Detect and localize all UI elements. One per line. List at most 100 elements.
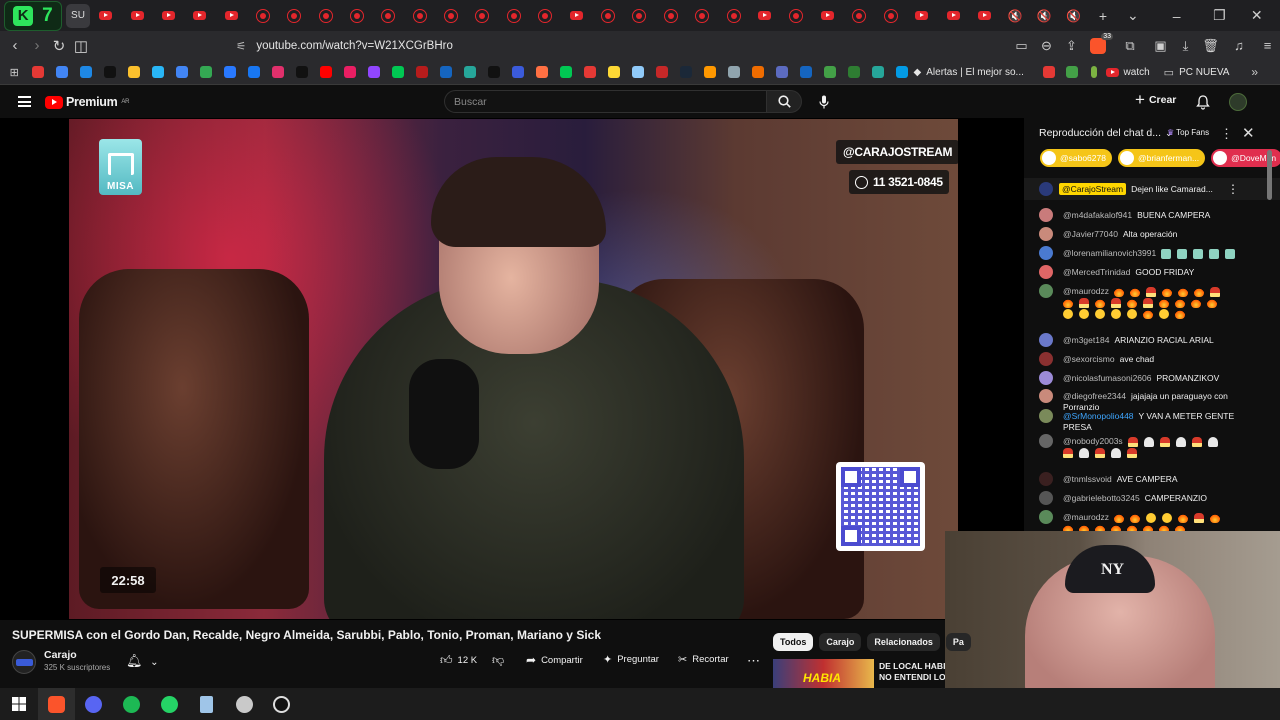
more-bookmarks-icon[interactable]: »: [1243, 60, 1266, 85]
chat-author-avatar[interactable]: [1039, 409, 1053, 423]
donor-pill[interactable]: @brianferman...: [1117, 149, 1206, 167]
taskbar-notepad[interactable]: [188, 688, 226, 720]
chat-author-name[interactable]: @SrMonopolio448: [1063, 411, 1134, 421]
chat-close-button[interactable]: ✕: [1242, 124, 1255, 142]
chat-author-name[interactable]: @m4dafakalof941: [1063, 210, 1132, 220]
bookmark-icon[interactable]: [218, 60, 242, 85]
youtube-tab[interactable]: [906, 1, 937, 31]
start-button[interactable]: [0, 688, 38, 720]
bookmark-icon[interactable]: [626, 60, 650, 85]
bookmark-icon[interactable]: [410, 60, 434, 85]
bookmark-icon[interactable]: [386, 60, 410, 85]
chat-author-name[interactable]: @diegofree2344: [1063, 391, 1126, 401]
youtube-tab[interactable]: [749, 1, 780, 31]
account-avatar[interactable]: [1229, 93, 1247, 111]
bookmark-icon[interactable]: [290, 60, 314, 85]
bookmark-icon[interactable]: [266, 60, 290, 85]
menu-icon[interactable]: ≡: [1255, 38, 1280, 53]
youtube-tab[interactable]: [310, 1, 341, 31]
chat-author-name[interactable]: @nobody2003s: [1063, 436, 1123, 446]
youtube-tab[interactable]: [592, 1, 623, 31]
bookmark-icon[interactable]: [362, 60, 386, 85]
chat-author-avatar[interactable]: [1039, 510, 1053, 524]
bookmark-icon[interactable]: [170, 60, 194, 85]
channel-avatar[interactable]: [12, 650, 36, 674]
bookmark-icon[interactable]: [194, 60, 218, 85]
bookmark-icon[interactable]: [1060, 60, 1083, 85]
brave-shields-icon[interactable]: [1090, 32, 1113, 54]
bookmark-watch[interactable]: watch: [1105, 67, 1150, 78]
chat-author-avatar[interactable]: [1039, 434, 1053, 448]
create-button[interactable]: + Crear: [1135, 91, 1176, 108]
filter-chip[interactable]: Relacionados: [867, 633, 940, 651]
chat-author-avatar[interactable]: [1039, 265, 1053, 279]
tab-search-chevron-icon[interactable]: ⌄: [1118, 7, 1148, 24]
bookmark-icon[interactable]: [242, 60, 266, 85]
youtube-tab[interactable]: [843, 1, 874, 31]
bookmark-icon[interactable]: [26, 60, 50, 85]
bookmark-icon[interactable]: [866, 60, 890, 85]
pinned-menu-icon[interactable]: ⋮: [1227, 182, 1239, 196]
youtube-premium-logo[interactable]: Premium AR: [45, 95, 129, 109]
su-tab[interactable]: SU: [65, 3, 91, 28]
video-frame[interactable]: MISA @CARAJOSTREAM 11 3521-0845 22:58: [69, 119, 958, 619]
chat-mode-dropdown[interactable]: Reproducción del chat d...: [1039, 127, 1161, 139]
reload-button[interactable]: ↻: [48, 37, 70, 55]
bookmark-icon[interactable]: [722, 60, 746, 85]
taskbar-obs[interactable]: [263, 688, 301, 720]
bookmark-icon[interactable]: [482, 60, 506, 85]
voice-search-button[interactable]: [812, 90, 835, 113]
notifications-bell-icon[interactable]: [1195, 94, 1211, 110]
chat-author-name[interactable]: @tnmlssvoid: [1063, 474, 1112, 484]
chat-author-name[interactable]: @maurodzz: [1063, 286, 1109, 296]
chat-author-avatar[interactable]: [1039, 389, 1053, 403]
muted-tab[interactable]: 🔇: [1030, 1, 1059, 31]
youtube-tab[interactable]: [278, 1, 309, 31]
bookmark-icon[interactable]: [674, 60, 698, 85]
clip-button[interactable]: ✂ Recortar: [678, 653, 729, 666]
share-button[interactable]: ➦ Compartir: [526, 653, 583, 667]
bookmark-icon[interactable]: [98, 60, 122, 85]
bookmark-icon[interactable]: [122, 60, 146, 85]
filter-chip[interactable]: Pa: [945, 633, 971, 651]
download-icon[interactable]: ⤓: [1173, 38, 1198, 54]
new-tab-button[interactable]: +: [1088, 8, 1118, 24]
share-icon[interactable]: ⇪: [1059, 38, 1084, 54]
chat-author-avatar[interactable]: [1039, 227, 1053, 241]
close-window-button[interactable]: ✕: [1233, 7, 1280, 24]
filter-chip[interactable]: Todos: [773, 633, 814, 651]
chat-scrollbar[interactable]: [1267, 150, 1272, 200]
bookmark-icon[interactable]: [1038, 60, 1061, 85]
chat-author-avatar[interactable]: [1039, 284, 1053, 298]
minimize-button[interactable]: –: [1148, 8, 1206, 24]
k7-pinned-tab[interactable]: K 7: [4, 0, 62, 31]
chat-author-name[interactable]: @MercedTrinidad: [1063, 267, 1130, 277]
taskbar-brave[interactable]: [37, 688, 76, 720]
youtube-tab[interactable]: [153, 1, 184, 31]
youtube-tab[interactable]: [373, 1, 404, 31]
chat-author-avatar[interactable]: [1039, 208, 1053, 222]
video-player[interactable]: MISA @CARAJOSTREAM 11 3521-0845 22:58: [0, 118, 1024, 620]
muted-tab[interactable]: 🔇: [1059, 1, 1088, 31]
bookmark-icon[interactable]: [578, 60, 602, 85]
media-icon[interactable]: ♫: [1223, 38, 1255, 53]
extensions-icon[interactable]: ⧉: [1112, 38, 1148, 54]
bookmark-icon[interactable]: [338, 60, 362, 85]
chat-author-name[interactable]: @sexorcismo: [1063, 354, 1115, 364]
bookmark-icon[interactable]: [458, 60, 482, 85]
bookmark-alertas[interactable]: ◆ Alertas | El mejor so...: [914, 67, 1024, 78]
bookmark-icon[interactable]: [554, 60, 578, 85]
youtube-tab[interactable]: [655, 1, 686, 31]
bookmark-icon[interactable]: [314, 60, 338, 85]
chat-more-options-icon[interactable]: ⋮: [1220, 126, 1233, 142]
trash-icon[interactable]: 🗑: [1198, 38, 1223, 54]
wallet-icon[interactable]: ▣: [1148, 38, 1173, 54]
youtube-tab[interactable]: [90, 1, 121, 31]
ask-button[interactable]: ✦ Preguntar: [603, 653, 659, 666]
bookmark-icon[interactable]: [818, 60, 842, 85]
guide-menu-icon[interactable]: [18, 96, 31, 107]
bookmark-icon[interactable]: [506, 60, 530, 85]
chat-author-name[interactable]: @maurodzz: [1063, 512, 1109, 522]
chat-author-name[interactable]: @Javier77040: [1063, 229, 1118, 239]
youtube-tab[interactable]: [938, 1, 969, 31]
